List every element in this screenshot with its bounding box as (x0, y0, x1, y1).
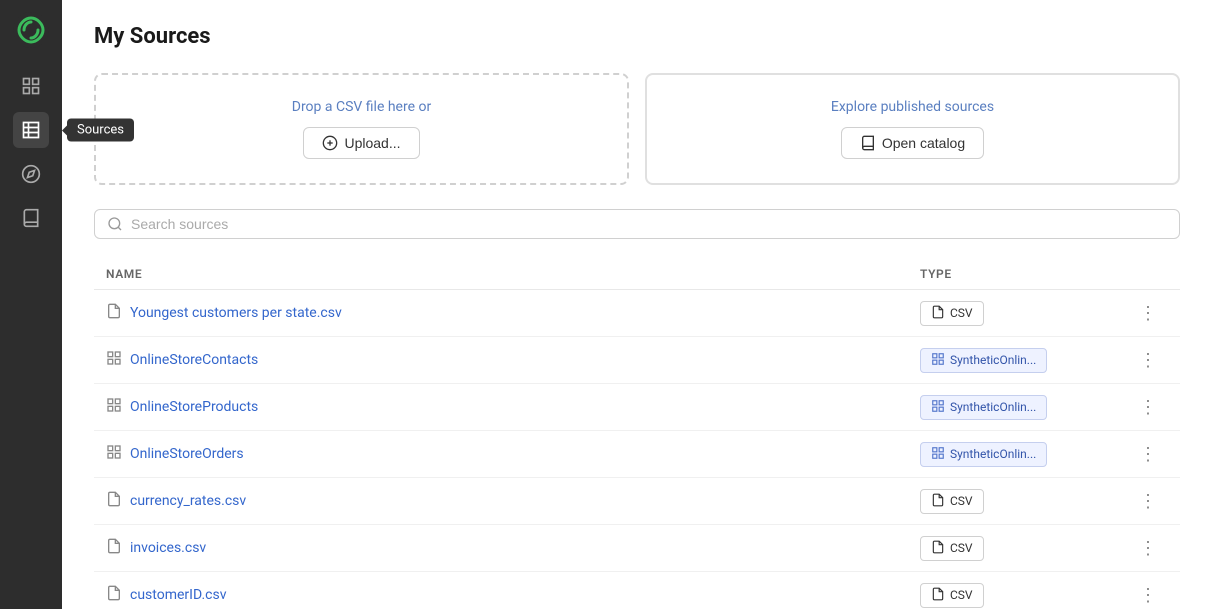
table-row: customerID.csv CSV ⋮ (94, 572, 1180, 609)
page-title: My Sources (94, 24, 1180, 49)
upload-button[interactable]: Upload... (303, 127, 419, 159)
row-icon-3 (106, 444, 122, 464)
open-catalog-button[interactable]: Open catalog (841, 127, 984, 159)
row-menu-button-4[interactable]: ⋮ (1135, 488, 1161, 514)
row-menu-button-1[interactable]: ⋮ (1135, 347, 1161, 373)
row-actions-2: ⋮ (1128, 394, 1168, 420)
row-menu-button-6[interactable]: ⋮ (1135, 582, 1161, 608)
source-type-4: CSV (920, 489, 1120, 514)
row-icon-6 (106, 585, 122, 605)
source-name-5[interactable]: invoices.csv (106, 538, 912, 558)
sidebar-item-explore[interactable] (13, 156, 49, 192)
source-name-6[interactable]: customerID.csv (106, 585, 912, 605)
catalog-icon (860, 135, 876, 151)
type-icon-2 (931, 399, 945, 416)
upload-button-label: Upload... (344, 135, 400, 151)
row-actions-6: ⋮ (1128, 582, 1168, 608)
action-cards: Drop a CSV file here or Upload... Explor… (94, 73, 1180, 185)
upload-hint: Drop a CSV file here or (292, 99, 431, 115)
source-type-2: SyntheticOnlin... (920, 395, 1120, 420)
main-content: My Sources Drop a CSV file here or Uploa… (62, 0, 1212, 609)
row-menu-button-2[interactable]: ⋮ (1135, 394, 1161, 420)
search-icon (107, 216, 123, 232)
row-icon-2 (106, 397, 122, 417)
upload-icon (322, 135, 338, 151)
source-name-4[interactable]: currency_rates.csv (106, 491, 912, 511)
row-actions-5: ⋮ (1128, 535, 1168, 561)
type-icon-6 (931, 587, 945, 604)
type-icon-0 (931, 305, 945, 322)
source-type-5: CSV (920, 536, 1120, 561)
row-icon-0 (106, 303, 122, 323)
sidebar: Sources (0, 0, 62, 609)
source-name-1[interactable]: OnlineStoreContacts (106, 350, 912, 370)
app-logo[interactable] (13, 12, 49, 48)
type-icon-3 (931, 446, 945, 463)
row-actions-3: ⋮ (1128, 441, 1168, 467)
row-icon-1 (106, 350, 122, 370)
type-icon-1 (931, 352, 945, 369)
open-catalog-label: Open catalog (882, 135, 965, 151)
catalog-hint: Explore published sources (831, 99, 994, 115)
source-type-0: CSV (920, 301, 1120, 326)
col-name: NAME (106, 267, 912, 281)
type-icon-5 (931, 540, 945, 557)
source-name-0[interactable]: Youngest customers per state.csv (106, 303, 912, 323)
upload-card: Drop a CSV file here or Upload... (94, 73, 629, 185)
row-menu-button-0[interactable]: ⋮ (1135, 300, 1161, 326)
row-icon-5 (106, 538, 122, 558)
table-row: invoices.csv CSV ⋮ (94, 525, 1180, 572)
col-type: TYPE (920, 267, 1120, 281)
sources-table: NAME TYPE Youngest customers per state.c… (94, 259, 1180, 609)
row-menu-button-5[interactable]: ⋮ (1135, 535, 1161, 561)
source-type-6: CSV (920, 583, 1120, 608)
catalog-card: Explore published sources Open catalog (645, 73, 1180, 185)
sidebar-item-grid[interactable] (13, 68, 49, 104)
sidebar-item-sources[interactable]: Sources (13, 112, 49, 148)
source-type-1: SyntheticOnlin... (920, 348, 1120, 373)
source-name-2[interactable]: OnlineStoreProducts (106, 397, 912, 417)
sidebar-item-book[interactable] (13, 200, 49, 236)
table-row: Youngest customers per state.csv CSV ⋮ (94, 290, 1180, 337)
source-type-3: SyntheticOnlin... (920, 442, 1120, 467)
row-actions-0: ⋮ (1128, 300, 1168, 326)
type-icon-4 (931, 493, 945, 510)
row-menu-button-3[interactable]: ⋮ (1135, 441, 1161, 467)
source-name-3[interactable]: OnlineStoreOrders (106, 444, 912, 464)
table-body: Youngest customers per state.csv CSV ⋮ O… (94, 290, 1180, 609)
table-row: OnlineStoreContacts SyntheticOnlin... ⋮ (94, 337, 1180, 384)
table-row: OnlineStoreOrders SyntheticOnlin... ⋮ (94, 431, 1180, 478)
search-bar (94, 209, 1180, 239)
table-row: OnlineStoreProducts SyntheticOnlin... ⋮ (94, 384, 1180, 431)
table-header: NAME TYPE (94, 259, 1180, 290)
search-input[interactable] (131, 216, 1167, 232)
row-icon-4 (106, 491, 122, 511)
row-actions-1: ⋮ (1128, 347, 1168, 373)
table-row: currency_rates.csv CSV ⋮ (94, 478, 1180, 525)
row-actions-4: ⋮ (1128, 488, 1168, 514)
